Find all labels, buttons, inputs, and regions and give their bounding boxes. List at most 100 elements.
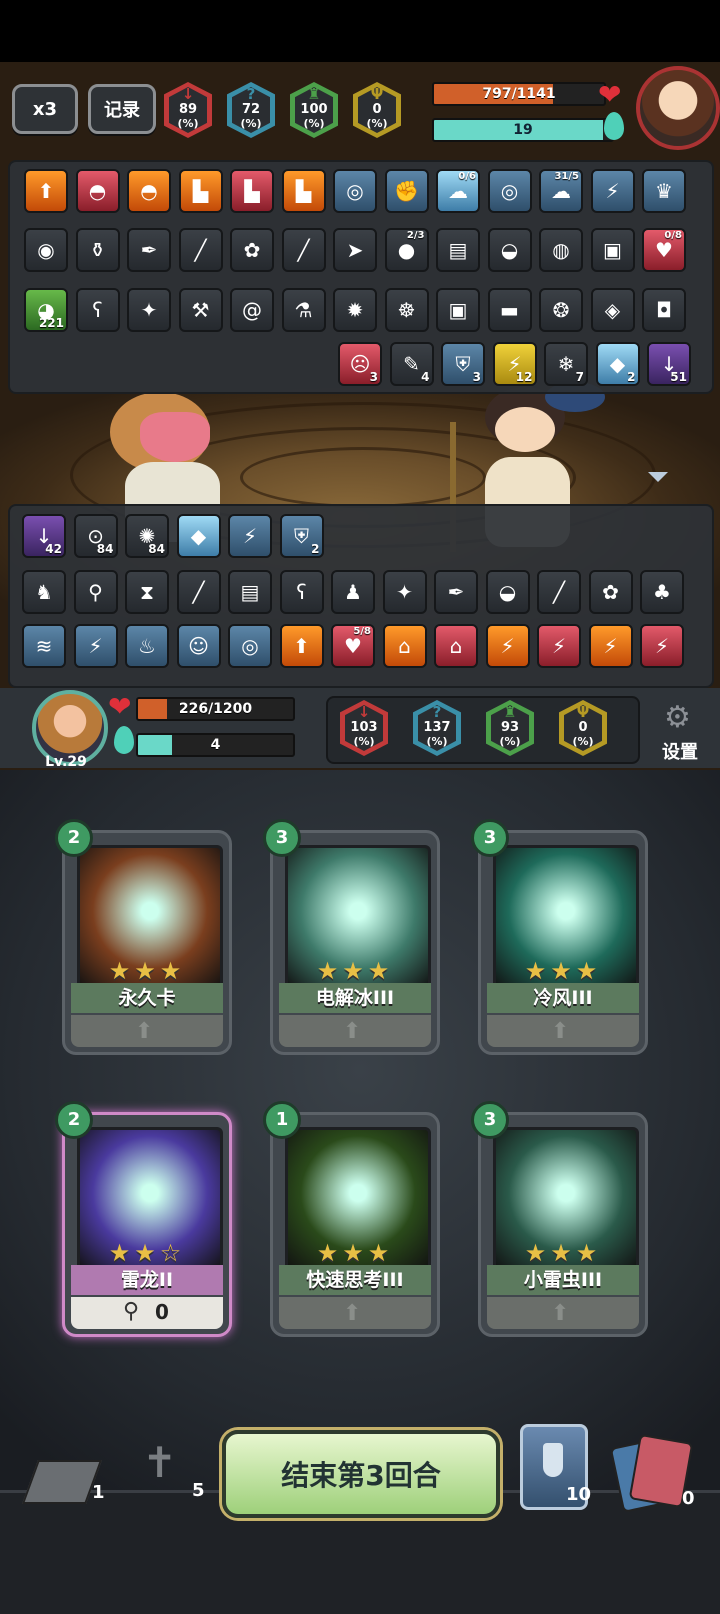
item-slot[interactable]: ʕ [279,570,324,614]
item-slot[interactable]: ◒ [485,570,530,614]
stat-trident[interactable]: Ψ 0 (%) [559,700,607,756]
item-slot[interactable]: ╱ [178,228,223,272]
stat-castle[interactable]: ♜ 100 (%) [290,82,338,138]
item-slot[interactable]: ≋ [22,624,66,668]
item-slot[interactable]: ⬆ [279,624,324,668]
item-slot[interactable]: ⚡ [73,624,118,668]
item-slot[interactable]: ◆ 2 [595,342,640,386]
speed-button[interactable]: x3 [12,84,78,134]
stat-trident[interactable]: Ψ 0 (%) [353,82,401,138]
item-slot[interactable]: ✺ 84 [125,514,169,558]
item-slot[interactable]: ⚡ [537,624,581,668]
item-slot[interactable]: ⚒ [178,288,223,332]
item-slot[interactable]: ▤ [436,228,480,272]
item-slot[interactable]: ⚡ [228,514,272,558]
item-slot[interactable]: ♛ [642,169,686,213]
record-button[interactable]: 记录 [88,84,156,134]
item-slot[interactable]: ✿ [588,570,633,614]
item-slot[interactable]: ● 2/3 [384,228,429,272]
item-slot[interactable]: ⬆ [24,169,68,213]
stat-sword-down[interactable]: ↓ 89 (%) [164,82,212,138]
item-slot[interactable]: ♥ 0/8 [642,228,686,272]
discard-pile[interactable]: 0 [609,1433,706,1514]
item-slot[interactable]: ◍ [539,228,583,272]
enemy-avatar[interactable] [636,66,720,150]
item-slot[interactable]: ♟ [331,570,375,614]
item-slot[interactable]: ⚗ [281,288,326,332]
item-slot[interactable]: ⚡ [640,624,684,668]
item-slot[interactable]: ◉ [24,228,68,272]
potion-pile[interactable]: 10 [520,1424,591,1510]
item-slot[interactable]: ⧗ [125,570,169,614]
item-slot[interactable]: ⚲ [73,570,118,614]
item-slot[interactable]: ▣ [590,228,635,272]
item-slot[interactable]: ◆ [176,514,221,558]
expand-arrow-icon[interactable] [648,472,668,482]
stat-sword-down[interactable]: ↓ 103 (%) [340,700,388,756]
item-slot[interactable]: ⚡ [590,169,635,213]
hand-card[interactable]: ★★★ 冷风III ⬆ 3 [471,819,648,1055]
item-slot[interactable]: ☁ 0/6 [436,169,480,213]
settings-button[interactable]: ⚙ 设置 [650,700,710,766]
item-slot[interactable]: ✎ 4 [389,342,434,386]
item-slot[interactable]: ➤ [333,228,377,272]
item-slot[interactable]: ⛨ 2 [279,514,324,558]
end-turn-button[interactable]: 结束第3回合 [222,1430,500,1518]
item-slot[interactable]: ☺ [176,624,221,668]
item-slot[interactable]: ⚡ [485,624,530,668]
item-slot[interactable]: ⚡ [588,624,633,668]
item-slot[interactable]: ▙ [230,169,274,213]
item-slot[interactable]: ✒ [434,570,478,614]
item-slot[interactable]: ✿ [230,228,274,272]
item-slot[interactable]: ▣ [436,288,480,332]
item-slot[interactable]: ╱ [281,228,326,272]
item-slot[interactable]: ♨ [125,624,169,668]
item-slot[interactable]: ▙ [281,169,326,213]
item-slot[interactable]: ╱ [537,570,581,614]
item-slot[interactable]: ⚱ [75,228,120,272]
item-slot[interactable]: ❂ [539,288,583,332]
stat-question[interactable]: ? 72 (%) [227,82,275,138]
item-slot[interactable]: ♥ 5/8 [331,624,375,668]
item-slot[interactable]: ☁ 31/5 [539,169,583,213]
item-slot[interactable]: ◓ [75,169,120,213]
item-slot[interactable]: ╱ [176,570,221,614]
item-slot[interactable]: ☸ [384,288,429,332]
deck-pile[interactable]: 1 [21,1450,110,1510]
item-slot[interactable]: ⚡ 12 [492,342,537,386]
item-slot[interactable]: ✦ [127,288,171,332]
hand-card[interactable]: ★★★ 永久卡 ⬆ 2 [55,819,232,1055]
item-slot[interactable]: ◎ [228,624,272,668]
item-slot[interactable]: ↓ 42 [22,514,66,558]
item-slot[interactable]: ❄ 7 [544,342,588,386]
item-slot[interactable]: ✊ [384,169,429,213]
item-slot[interactable]: ◓ [127,169,171,213]
item-slot[interactable]: ♞ [22,570,66,614]
item-slot[interactable]: ʕ [75,288,120,332]
item-slot[interactable]: ◕ 221 [24,288,68,332]
item-slot[interactable]: ▙ [178,169,223,213]
stat-question[interactable]: ? 137 (%) [413,700,461,756]
item-slot[interactable]: ✦ [382,570,427,614]
hand-card[interactable]: ★★★ 快速思考III ⬆ 1 [263,1101,440,1337]
item-slot[interactable]: ◎ [333,169,377,213]
item-slot[interactable]: ◎ [487,169,532,213]
stat-castle[interactable]: ♜ 93 (%) [486,700,534,756]
item-slot[interactable]: ✒ [127,228,171,272]
item-slot[interactable]: ✹ [333,288,377,332]
item-slot[interactable]: ↓ 51 [647,342,691,386]
item-slot[interactable]: ♣ [640,570,684,614]
item-slot[interactable]: ⌂ [434,624,478,668]
item-slot[interactable]: ◈ [590,288,635,332]
item-slot[interactable]: ▬ [487,288,532,332]
item-slot[interactable]: ☹ 3 [338,342,382,386]
item-slot[interactable]: @ [230,288,274,332]
item-slot[interactable]: ⌂ [382,624,427,668]
item-slot[interactable]: ◒ [487,228,532,272]
hand-card[interactable]: ★★★ 小雷虫III ⬆ 3 [471,1101,648,1337]
item-slot[interactable]: ◘ [642,288,686,332]
grave-pile[interactable]: ✝ 5 [130,1432,210,1508]
hand-card[interactable]: ★★☆ 雷龙II ⚲ 0 2 [55,1101,232,1337]
hand-card[interactable]: ★★★ 电解冰III ⬆ 3 [263,819,440,1055]
item-slot[interactable]: ▤ [228,570,272,614]
